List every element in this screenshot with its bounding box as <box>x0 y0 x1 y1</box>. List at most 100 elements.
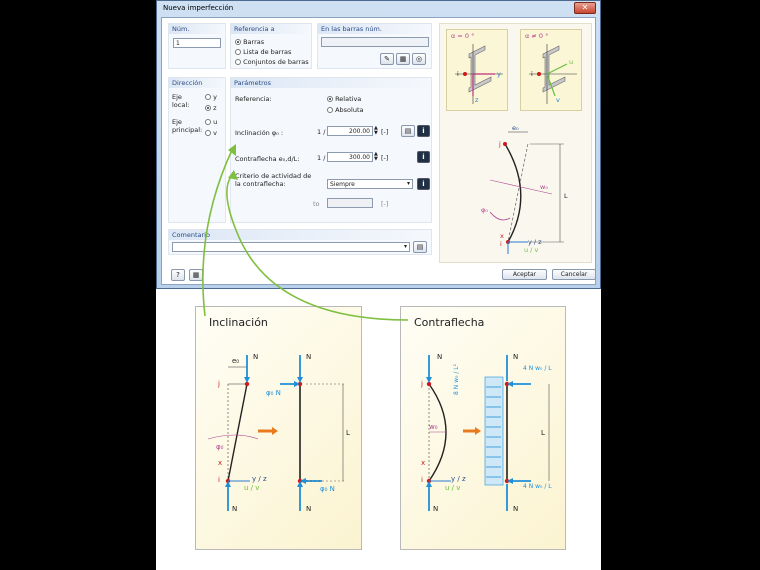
barras-input[interactable] <box>321 37 429 47</box>
num-label: Núm. <box>169 24 225 34</box>
inclinacion-unit: [-] <box>381 128 389 136</box>
ref-option-barras[interactable]: Barras <box>235 38 264 46</box>
dir-z-option[interactable]: z <box>205 104 217 112</box>
radio-icon[interactable] <box>205 94 211 100</box>
radio-icon[interactable] <box>235 49 241 55</box>
cf-load-formula: 8 N w₀ / L² <box>453 363 460 395</box>
inc-uv: u / v <box>244 484 260 492</box>
imperfection-sketch <box>489 131 564 254</box>
inc-N-bottom-right: N <box>306 505 312 513</box>
contraflecha-input[interactable]: 300.00 <box>327 152 373 162</box>
referencia-group: Referencia a Barras Lista de barras Conj… <box>230 23 312 69</box>
dir-v-option[interactable]: v <box>205 129 217 137</box>
cf-x: x <box>421 459 426 467</box>
to-input[interactable] <box>327 198 373 208</box>
contraflecha-panel: Contraflecha N j w₀ x i y / z u / v N 8 … <box>400 306 566 550</box>
cf-N-top-right: N <box>513 353 519 361</box>
sketch-w0-label: w₀ <box>540 183 548 191</box>
imperfection-dialog: Nueva imperfección ✕ Núm. 1 Referencia a… <box>156 0 601 289</box>
direccion-header: Dirección <box>169 78 225 88</box>
cf-top-force: 4 N w₀ / L <box>523 365 552 372</box>
units-icon[interactable]: ▦ <box>189 269 203 281</box>
inc-phi0: φ₀ <box>216 443 224 451</box>
criterio-select[interactable]: Siempre ▾ <box>327 179 413 189</box>
inclinacion-diagram <box>207 355 346 511</box>
en-barras-group: En las barras núm. ✎ ▦ ◎ <box>317 23 432 69</box>
sketch2-u-label: u <box>569 58 574 66</box>
referencia-header: Referencia a <box>231 24 311 34</box>
cf-bottom-force: 4 N w₀ / L <box>523 483 552 490</box>
ref-option-conjuntos[interactable]: Conjuntos de barras <box>235 58 309 66</box>
sketch-e0-label: e₀ <box>512 124 519 132</box>
contraflecha-spinner[interactable]: ▲ ▼ <box>374 152 378 162</box>
relativa-option[interactable]: Relativa <box>327 95 361 103</box>
info-inclinacion-icon[interactable]: i <box>417 125 430 137</box>
sketch-z-label: z <box>475 96 479 104</box>
cf-uv: u / v <box>445 484 461 492</box>
comment-library-icon[interactable]: ▤ <box>413 241 427 253</box>
to-unit: [-] <box>381 200 389 208</box>
chevron-down-icon: ▾ <box>406 180 410 187</box>
inc-j: j <box>218 380 220 388</box>
inc-i: i <box>218 476 220 484</box>
cf-i: i <box>421 476 423 484</box>
eje-principal-label: Eje principal: <box>172 118 203 134</box>
radio-icon[interactable] <box>235 59 241 65</box>
absoluta-option[interactable]: Absoluta <box>327 106 363 114</box>
ref-option-lista[interactable]: Lista de barras <box>235 48 291 56</box>
select-members-icon[interactable]: ✎ <box>380 53 394 65</box>
cf-N-top: N <box>437 353 443 361</box>
cf-L: L <box>541 429 545 437</box>
en-barras-header: En las barras núm. <box>318 24 431 34</box>
comentario-input[interactable]: ▾ <box>172 242 410 252</box>
radio-icon[interactable] <box>235 39 241 45</box>
inclinacion-prefix: 1 / <box>317 128 326 136</box>
cf-j: j <box>421 380 423 388</box>
inc-N-top-right: N <box>306 353 312 361</box>
inc-L: L <box>346 429 350 437</box>
inclinacion-panel: Inclinación N e₀ j φ₀ x i y / z u / v N … <box>195 306 362 550</box>
inc-phiN-top: φ₀ N <box>266 389 281 397</box>
inc-N-bottom: N <box>232 505 238 513</box>
cf-yz: y / z <box>451 475 466 483</box>
sketch-yz-label: y / z <box>528 238 542 246</box>
library-icon[interactable]: ▤ <box>401 125 415 137</box>
aceptar-button[interactable]: Aceptar <box>502 269 547 280</box>
contraflecha-prefix: 1 / <box>317 154 326 162</box>
direccion-group: Dirección Eje local: y z Eje principal: … <box>168 77 226 223</box>
select-graphic-icon[interactable]: ▦ <box>396 53 410 65</box>
sketch2-v-label: v <box>556 96 560 104</box>
radio-icon[interactable] <box>327 96 333 102</box>
sketch-i2-label: i <box>500 240 502 248</box>
sketch-alpha-0: α = 0 ° i y z <box>446 29 508 111</box>
inclinacion-spinner[interactable]: ▲ ▼ <box>374 126 378 136</box>
radio-icon[interactable] <box>327 107 333 113</box>
comentario-header: Comentario <box>169 230 431 240</box>
num-input[interactable]: 1 <box>173 38 221 48</box>
inclinacion-input[interactable]: 200.00 <box>327 126 373 136</box>
sketch-y-label: y <box>497 70 501 78</box>
info-contraflecha-icon[interactable]: i <box>417 151 430 163</box>
help-icon[interactable]: ? <box>171 269 185 281</box>
inc-yz: y / z <box>252 475 267 483</box>
dir-u-option[interactable]: u <box>205 118 217 126</box>
close-button[interactable]: ✕ <box>574 2 596 14</box>
sketch-phi0-label: φ₀ <box>481 206 488 214</box>
inc-e0: e₀ <box>232 357 240 365</box>
contraflecha-label: Contraflecha e₀,d/L: <box>235 155 300 163</box>
radio-icon[interactable] <box>205 119 211 125</box>
dir-y-option[interactable]: y <box>205 93 217 101</box>
radio-icon[interactable] <box>205 130 211 136</box>
radio-icon[interactable] <box>205 105 211 111</box>
chevron-down-icon: ▾ <box>403 243 407 250</box>
cancelar-button[interactable]: Cancelar <box>552 269 596 280</box>
dialog-title: Nueva imperfección <box>163 4 234 12</box>
sketch-i-label: i <box>457 70 459 78</box>
sketch-x-label: x <box>500 232 504 240</box>
info-criterio-icon[interactable]: i <box>417 178 430 190</box>
eje-local-label: Eje local: <box>172 93 190 109</box>
inc-x: x <box>218 459 223 467</box>
sketch-alpha-not-0: α ≠ 0 ° i u v <box>520 29 582 111</box>
sketch-j-label: j <box>499 140 501 148</box>
eye-icon[interactable]: ◎ <box>412 53 426 65</box>
